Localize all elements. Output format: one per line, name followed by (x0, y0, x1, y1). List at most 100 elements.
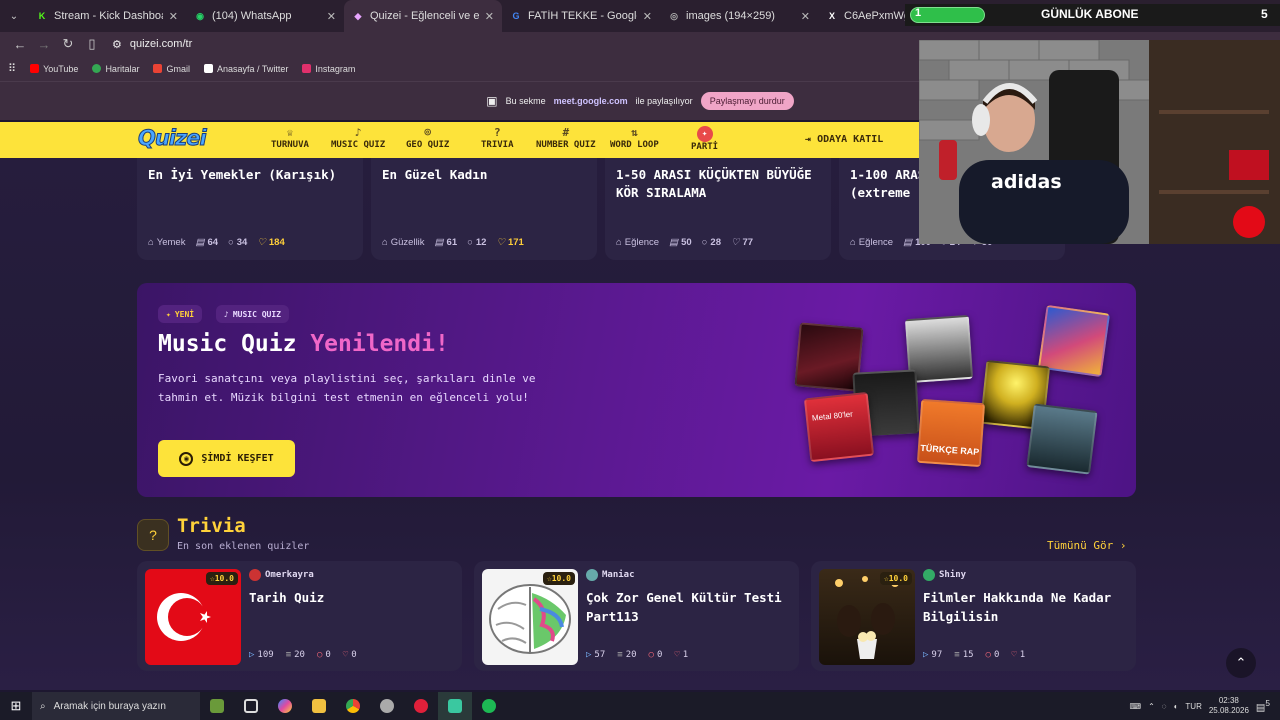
copilot-icon[interactable] (268, 692, 302, 720)
author[interactable]: Maniac (586, 569, 635, 581)
author[interactable]: Shiny (923, 569, 966, 581)
like-count[interactable]: ♡ 1 (1011, 650, 1025, 660)
card-meta: ⌂ Yemek ▤ 64 ○ 34 ♡ 184 (148, 237, 285, 248)
comment-icon: ○ (316, 650, 323, 660)
quiz-card[interactable]: En İyi Yemekler (Karışık) ⌂ Yemek ▤ 64 ○ 34… (137, 158, 363, 260)
network-icon[interactable]: ◌ (1162, 702, 1167, 711)
loop-icon: ⇅ (631, 126, 638, 139)
quiz-stats: ▷ 57 ≡ 20 ○ 0 ♡ 1 (586, 650, 688, 660)
banner-title: Music Quiz Yenilendi! (158, 331, 449, 357)
scroll-to-top-button[interactable]: ⌃ (1226, 648, 1256, 678)
nav-music-quiz[interactable]: ♪ MUSIC QUIZ (331, 126, 385, 150)
site-logo[interactable]: Quizei (138, 126, 208, 151)
avatar (249, 569, 261, 581)
see-all-link[interactable]: Tümünü Gör › (1047, 539, 1126, 552)
stop-sharing-button[interactable]: Paylaşmayı durdur (700, 92, 794, 110)
subscriber-goal-overlay: 1 GÜNLÜK ABONE 5 (905, 4, 1280, 26)
compass-icon: ◉ (179, 451, 194, 466)
volume-icon[interactable]: ◐ (1174, 702, 1179, 711)
play-count: ▷ 57 (586, 650, 606, 660)
comment-count: ○ 12 (467, 237, 487, 248)
hash-icon: # (562, 126, 570, 139)
site-info-icon[interactable]: ⚙ (112, 38, 122, 51)
browser-tab[interactable]: KStream - Kick Dashboard✕ (28, 0, 186, 32)
bookmark-gmail[interactable]: Gmail (153, 64, 190, 74)
forward-icon[interactable]: → (32, 37, 56, 52)
maps-icon (92, 64, 102, 73)
close-tab-icon[interactable]: ✕ (485, 10, 494, 23)
reload-icon[interactable]: ↻ (56, 36, 80, 52)
browser-tab[interactable]: GFATİH TEKKE - Google'da Ara✕ (502, 0, 660, 32)
trivia-card[interactable]: ☆10.0 Shiny Filmler Hakkında Ne Kadar Bi… (811, 561, 1136, 671)
trivia-card[interactable]: ☆10.0 Omerkayra Tarih Quiz ▷ 109 ≡ 20 ○ 0 ♡… (137, 561, 462, 671)
sidebar-icon[interactable]: ▯ (80, 36, 104, 52)
avatar (586, 569, 598, 581)
question-count: ≡ 20 (617, 650, 637, 660)
taskbar-search[interactable]: ⌕ Aramak için buraya yazın (32, 692, 200, 720)
like-count[interactable]: ♡ 171 (496, 237, 523, 248)
play-icon: ▷ (586, 650, 592, 660)
spotify-icon[interactable] (472, 692, 506, 720)
like-count[interactable]: ♡ 184 (257, 237, 284, 248)
obs-icon[interactable] (438, 692, 472, 720)
quiz-card[interactable]: 1-50 ARASI KÜÇÜKTEN BÜYÜĞE KÖR SIRALAMA … (605, 158, 831, 260)
close-tab-icon[interactable]: ✕ (801, 10, 810, 23)
app-red-icon[interactable] (404, 692, 438, 720)
language-indicator[interactable]: TUR (1185, 702, 1201, 711)
like-count[interactable]: ♡ 0 (343, 650, 357, 660)
chrome-icon[interactable] (336, 692, 370, 720)
apps-icon[interactable]: ⠿ (8, 62, 16, 75)
quiz-title: Çok Zor Genel Kültür Testi Part113 (586, 590, 782, 624)
category-tag: ⌂ Güzellik (382, 237, 425, 248)
author[interactable]: Omerkayra (249, 569, 314, 581)
task-view-icon[interactable] (234, 692, 268, 720)
chevron-up-icon[interactable]: ⌃ (1148, 702, 1155, 711)
list-icon: ≡ (285, 650, 292, 660)
trivia-card[interactable]: ☆10.0 Maniac Çok Zor Genel Kültür Testi … (474, 561, 799, 671)
close-tab-icon[interactable]: ✕ (169, 10, 178, 23)
bookmark-youtube[interactable]: YouTube (30, 64, 78, 74)
nav-word-loop[interactable]: ⇅ WORD LOOP (610, 126, 659, 150)
windows-start-icon[interactable]: ⊞ (0, 698, 32, 714)
tab-list-dropdown-icon[interactable]: ⌄ (0, 0, 28, 32)
nav-trivia[interactable]: ? TRIVIA (481, 126, 514, 150)
layers-icon: ▤ (669, 237, 679, 248)
clock[interactable]: 02:38 25.08.2026 (1209, 696, 1249, 716)
play-count: ▷ 97 (923, 650, 943, 660)
notification-icon[interactable]: ▤5 (1256, 698, 1270, 713)
enter-icon: ⇥ (805, 134, 812, 145)
rating-badge: ☆10.0 (205, 572, 238, 585)
widgets-icon[interactable] (200, 692, 234, 720)
nav-tournament[interactable]: ♕ TURNUVA (271, 126, 309, 150)
like-count[interactable]: ♡ 77 (731, 237, 753, 248)
heart-icon: ♡ (730, 237, 740, 248)
browser-tab-active[interactable]: ◆Quizei - Eğlenceli ve etkile✕ (344, 0, 502, 32)
chevron-up-icon: ⌃ (1235, 655, 1247, 670)
like-count[interactable]: ♡ 1 (674, 650, 688, 660)
question-count: ▤ 50 (669, 237, 692, 248)
nav-number-quiz[interactable]: # NUMBER QUIZ (536, 126, 596, 150)
join-room-button[interactable]: ⇥ ODAYA KATIL (805, 134, 883, 145)
nav-party[interactable]: ✦ PARTİ (691, 126, 718, 152)
card-meta: ⌂ Eğlence ▤ 50 ○ 28 ♡ 77 (616, 237, 753, 248)
comment-icon: ○ (228, 237, 234, 248)
nav-geo-quiz[interactable]: ⌾ GEO QUIZ (406, 126, 449, 150)
browser-tab[interactable]: ◉ (104) WhatsApp ✕ (186, 0, 344, 32)
keyboard-icon[interactable]: ⌨ (1130, 702, 1142, 711)
browser-tab[interactable]: ◎ images (194×259) ✕ (660, 0, 818, 32)
comment-count: ○ 28 (701, 237, 721, 248)
comment-count: ○ 34 (228, 237, 248, 248)
bookmark-maps[interactable]: Haritalar (92, 64, 139, 74)
music-icon: ♪ (224, 309, 229, 319)
close-tab-icon[interactable]: ✕ (643, 10, 652, 23)
back-icon[interactable]: ← (8, 37, 32, 52)
explore-now-button[interactable]: ◉ ŞİMDİ KEŞFET (158, 440, 295, 477)
bookmark-instagram[interactable]: Instagram (302, 64, 355, 74)
quiz-card[interactable]: En Güzel Kadın ⌂ Güzellik ▤ 61 ○ 12 ♡ 171 (371, 158, 597, 260)
pin-icon: ⌾ (424, 126, 431, 139)
app-icon[interactable] (370, 692, 404, 720)
file-explorer-icon[interactable] (302, 692, 336, 720)
close-tab-icon[interactable]: ✕ (327, 10, 336, 23)
url-field[interactable]: ⚙ quizei.com/tr (112, 38, 192, 51)
bookmark-twitter[interactable]: Anasayfa / Twitter (203, 64, 288, 74)
